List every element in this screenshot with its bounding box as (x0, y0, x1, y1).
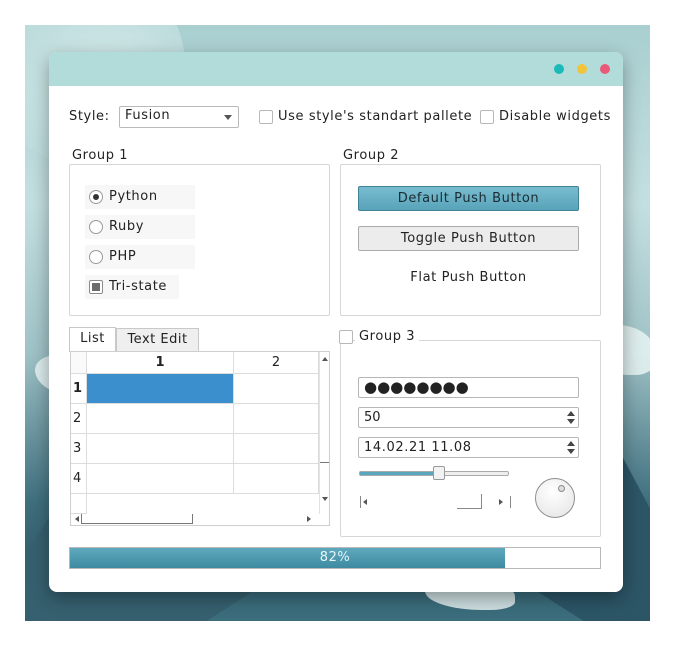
partial-check-icon (92, 283, 100, 291)
style-combobox[interactable]: Fusion (119, 106, 239, 128)
scroll-handle[interactable] (81, 514, 193, 524)
scroll-left-icon[interactable] (363, 499, 367, 505)
scroll-track-edge (510, 496, 511, 508)
progress-bar: 82% (69, 547, 601, 569)
scroll-right-icon[interactable] (307, 516, 311, 522)
spin-down-icon[interactable] (567, 419, 575, 424)
table-cell[interactable] (234, 464, 319, 494)
scroll-handle[interactable] (320, 363, 329, 463)
datetime-edit-value: 14.02.21 11.08 (364, 440, 472, 455)
tab-list[interactable]: List (69, 327, 116, 352)
table-cell[interactable] (87, 404, 234, 434)
group3-title: Group 3 (355, 329, 420, 344)
disable-widgets-checkbox[interactable] (480, 110, 494, 124)
radio-python[interactable] (89, 190, 103, 204)
scroll-handle[interactable] (457, 494, 482, 509)
maximize-button[interactable] (577, 64, 587, 74)
horizontal-scrollbar[interactable] (71, 514, 319, 525)
radio-php-label: PHP (109, 249, 137, 264)
tab-text-edit[interactable]: Text Edit (116, 328, 199, 352)
group1-title: Group 1 (68, 148, 133, 163)
title-bar[interactable] (49, 52, 623, 86)
row-header[interactable]: 4 (71, 464, 87, 494)
table-cell[interactable] (87, 464, 234, 494)
scroll-right-icon[interactable] (499, 499, 503, 505)
radio-ruby[interactable] (89, 220, 103, 234)
slider-handle[interactable] (433, 466, 445, 480)
disable-widgets-label: Disable widgets (499, 109, 611, 124)
table-cell[interactable] (234, 434, 319, 464)
table-cell[interactable] (87, 434, 234, 464)
style-label: Style: (69, 109, 110, 124)
scroll-up-icon[interactable] (322, 357, 328, 361)
spin-box[interactable]: 50 (358, 407, 579, 428)
dial-knob[interactable] (535, 478, 575, 518)
table-cell[interactable] (234, 404, 319, 434)
flat-push-button[interactable]: Flat Push Button (358, 266, 579, 291)
spin-box-value: 50 (364, 410, 381, 425)
row-header[interactable]: 1 (71, 374, 87, 404)
column-header[interactable]: 2 (234, 352, 319, 374)
progress-text: 82% (319, 550, 351, 565)
spin-up-icon[interactable] (567, 411, 575, 416)
row-header (71, 494, 87, 514)
table-corner (71, 352, 87, 374)
scroll-left-icon[interactable] (75, 516, 79, 522)
use-palette-label: Use style's standart pallete (278, 109, 473, 124)
row-header[interactable]: 3 (71, 434, 87, 464)
group3-horizontal-scrollbar[interactable] (359, 494, 511, 510)
vertical-scrollbar[interactable] (319, 352, 329, 514)
slider-fill (360, 472, 434, 475)
scroll-track-edge (360, 496, 361, 508)
chevron-down-icon (224, 115, 232, 120)
table-cell-selected[interactable] (87, 374, 234, 404)
group3-checkbox[interactable] (339, 330, 353, 344)
datetime-edit[interactable]: 14.02.21 11.08 (358, 437, 579, 458)
spin-buttons[interactable] (564, 408, 578, 427)
close-button[interactable] (600, 64, 610, 74)
scroll-down-icon[interactable] (322, 497, 328, 501)
style-combobox-value: Fusion (125, 108, 171, 123)
row-header[interactable]: 2 (71, 404, 87, 434)
column-header[interactable]: 1 (87, 352, 234, 374)
dial-indicator (558, 485, 565, 492)
group2-title: Group 2 (339, 148, 404, 163)
use-palette-checkbox[interactable] (259, 110, 273, 124)
minimize-button[interactable] (554, 64, 564, 74)
spin-down-icon[interactable] (567, 449, 575, 454)
tristate-checkbox[interactable] (89, 280, 103, 294)
toggle-push-button[interactable]: Toggle Push Button (358, 226, 579, 251)
default-push-button[interactable]: Default Push Button (358, 186, 579, 211)
spin-up-icon[interactable] (567, 441, 575, 446)
app-window: Style: Fusion Use style's standart palle… (49, 52, 623, 592)
tristate-label: Tri-state (109, 279, 168, 294)
table-cell[interactable] (234, 374, 319, 404)
radio-ruby-label: Ruby (109, 219, 145, 234)
radio-php[interactable] (89, 250, 103, 264)
password-field[interactable]: ●●●●●●●● (358, 377, 579, 398)
list-table: 1 2 1 2 3 4 (70, 351, 330, 526)
spin-buttons[interactable] (564, 438, 578, 457)
radio-python-label: Python (109, 189, 158, 204)
